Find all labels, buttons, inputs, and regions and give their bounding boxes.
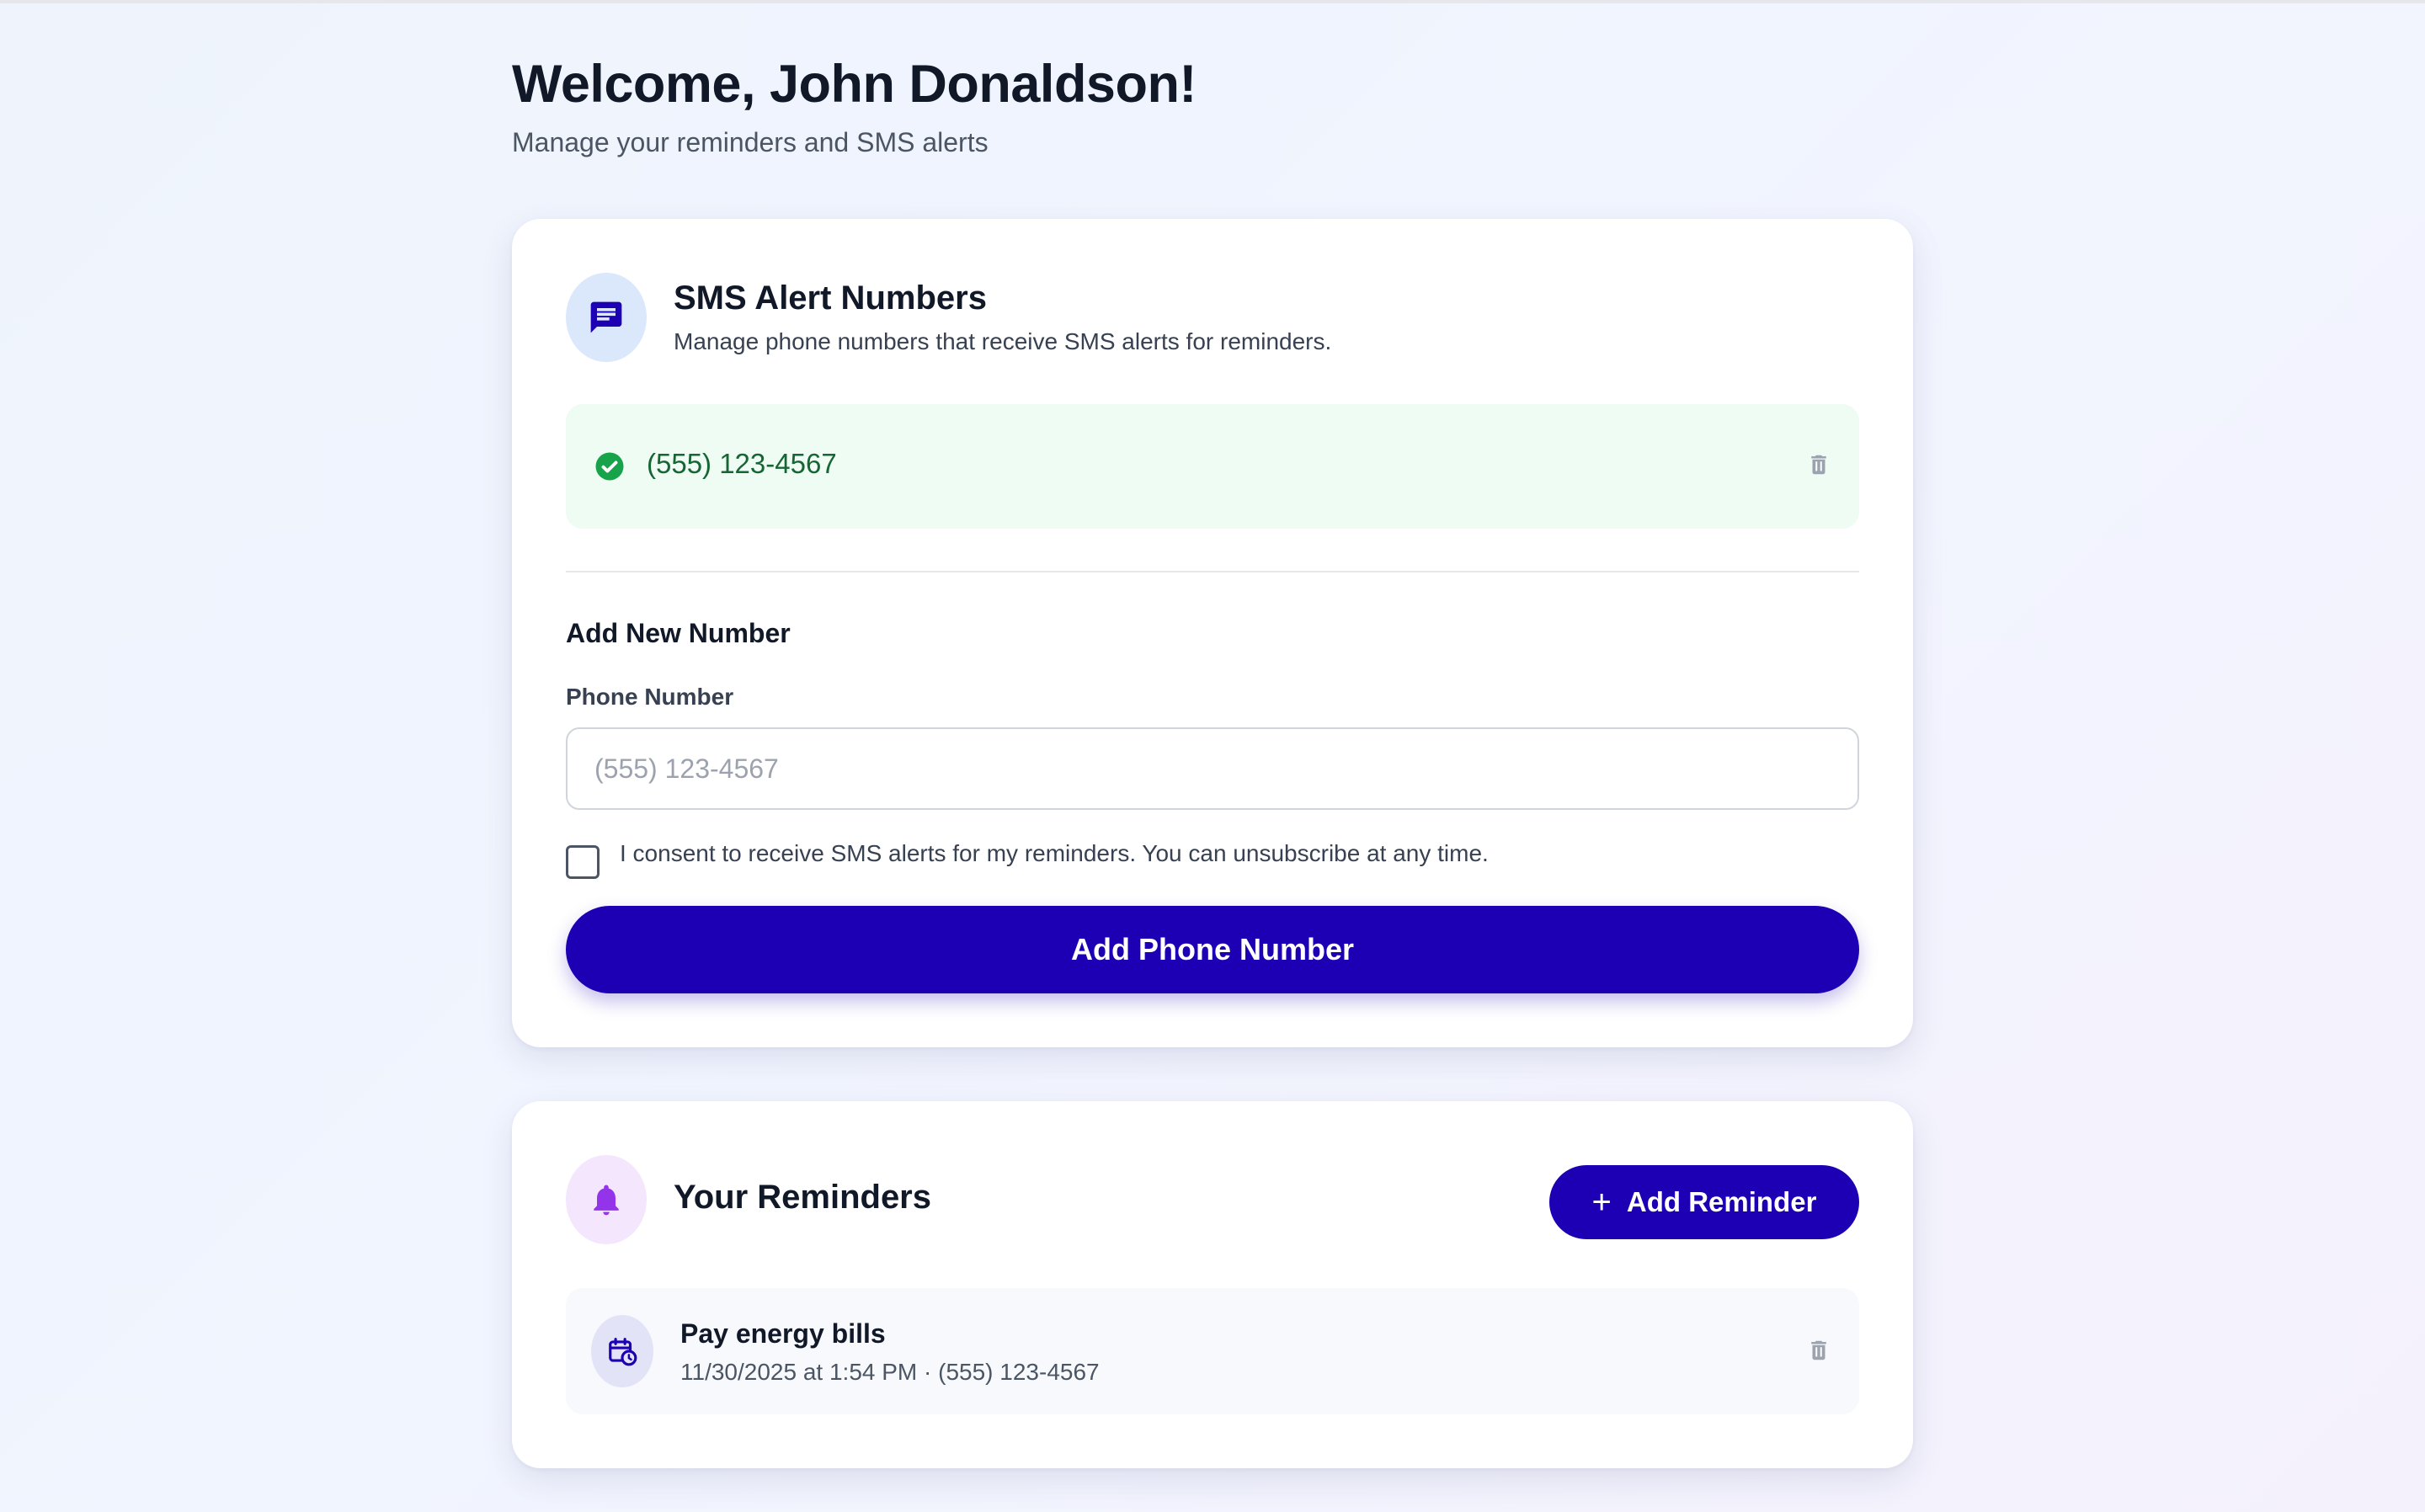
sms-card-title: SMS Alert Numbers <box>674 280 987 317</box>
reminders-card: Your Reminders + Add Reminder Pay energy… <box>512 1101 1913 1468</box>
trash-icon <box>1811 455 1826 475</box>
sms-card-description: Manage phone numbers that receive SMS al… <box>674 328 1332 354</box>
plus-icon: + <box>1591 1184 1612 1221</box>
phone-number-item: (555) 123-4567 <box>566 404 1859 529</box>
reminder-title: Pay energy bills <box>680 1318 886 1349</box>
bell-icon <box>566 1155 647 1244</box>
phone-number-value: (555) 123-4567 <box>647 448 837 479</box>
top-border <box>0 0 2425 3</box>
reminder-meta: 11/30/2025 at 1:54 PM · (555) 123-4567 <box>680 1359 1100 1385</box>
message-icon <box>566 273 647 362</box>
add-reminder-label: Add Reminder <box>1626 1186 1817 1217</box>
phone-number-label: Phone Number <box>566 684 734 710</box>
page-title: Welcome, John Donaldson! <box>512 55 1197 114</box>
trash-icon <box>1811 1340 1826 1360</box>
phone-number-input[interactable] <box>566 727 1859 810</box>
add-phone-number-button[interactable]: Add Phone Number <box>566 906 1859 993</box>
reminders-title: Your Reminders <box>674 1179 931 1216</box>
add-reminder-button[interactable]: + Add Reminder <box>1549 1165 1859 1239</box>
delete-number-button[interactable] <box>1802 446 1836 483</box>
verified-check-icon <box>595 452 624 481</box>
consent-text: I consent to receive SMS alerts for my r… <box>620 840 1489 866</box>
section-divider <box>566 571 1859 572</box>
consent-checkbox[interactable] <box>566 845 600 879</box>
calendar-clock-icon <box>591 1315 653 1387</box>
page-subtitle: Manage your reminders and SMS alerts <box>512 127 989 157</box>
sms-alert-card: SMS Alert Numbers Manage phone numbers t… <box>512 219 1913 1047</box>
reminder-item: Pay energy bills 11/30/2025 at 1:54 PM ·… <box>566 1288 1859 1414</box>
add-number-title: Add New Number <box>566 618 791 648</box>
delete-reminder-button[interactable] <box>1802 1332 1836 1369</box>
